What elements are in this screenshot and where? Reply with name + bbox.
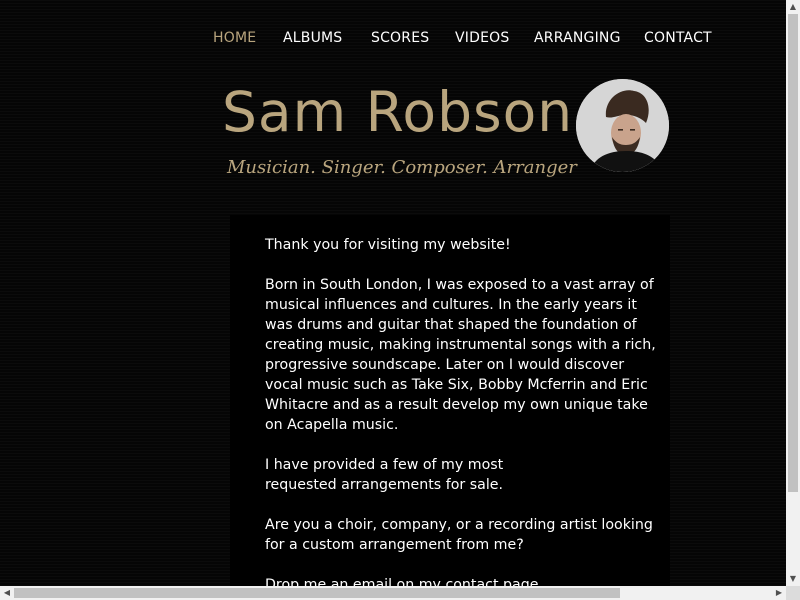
intro-paragraph-contact: Drop me an email on my contact page [265,577,539,586]
intro-paragraph-custom: Are you a choir, company, or a recording… [265,517,653,553]
nav-item-home[interactable]: HOME [213,30,256,46]
scroll-down-arrow-icon[interactable]: ▼ [786,572,800,586]
nav-item-scores[interactable]: SCORES [371,30,429,46]
intro-paragraph-arrangements: I have provided a few of my most request… [265,457,504,493]
nav-item-contact[interactable]: CONTACT [644,30,712,46]
nav-item-arranging[interactable]: ARRANGING [534,30,621,46]
top-navigation: HOME ALBUMS SCORES VIDEOS ARRANGING CONT… [0,30,786,50]
horizontal-scrollbar[interactable]: ◀ ▶ [0,586,786,600]
scrollbar-corner [786,586,800,600]
person-portrait-icon [576,79,669,172]
page: HOME ALBUMS SCORES VIDEOS ARRANGING CONT… [0,0,786,586]
site-subtitle: Musician. Singer. Composer. Arranger [227,157,577,178]
vertical-scrollbar[interactable]: ▲ ▼ [786,0,800,586]
site-title: Sam Robson [222,80,574,144]
scroll-up-arrow-icon[interactable]: ▲ [786,0,800,14]
intro-paragraph-bio: Born in South London, I was exposed to a… [265,277,656,433]
intro-text: Thank you for visiting my website! Born … [265,235,660,586]
nav-item-albums[interactable]: ALBUMS [283,30,342,46]
nav-item-videos[interactable]: VIDEOS [455,30,509,46]
profile-photo [576,79,669,172]
intro-paragraph-welcome: Thank you for visiting my website! [265,237,511,253]
horizontal-scroll-thumb[interactable] [14,588,620,598]
scroll-right-arrow-icon[interactable]: ▶ [772,586,786,600]
scroll-left-arrow-icon[interactable]: ◀ [0,586,14,600]
vertical-scroll-thumb[interactable] [788,14,798,492]
